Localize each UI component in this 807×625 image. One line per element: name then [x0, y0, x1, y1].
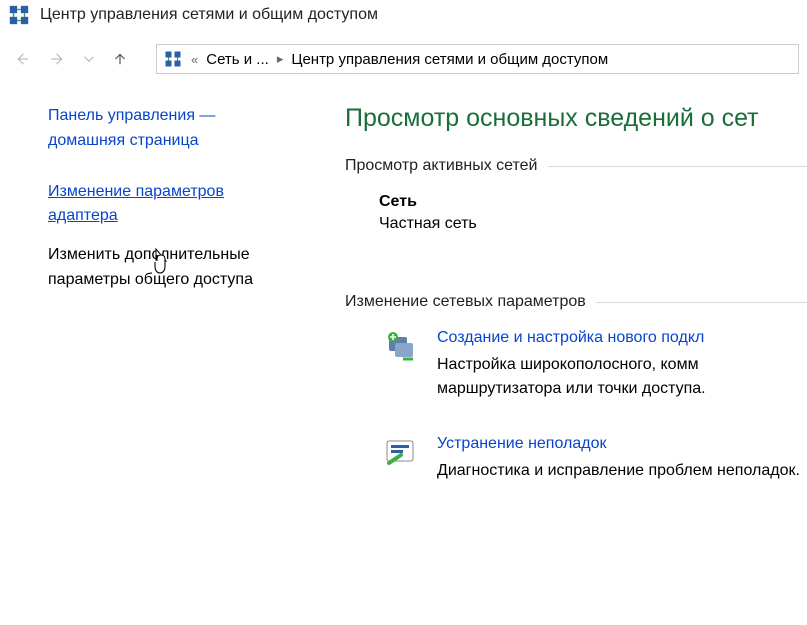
- section-label: Изменение сетевых параметров: [345, 293, 586, 311]
- recent-dropdown[interactable]: [80, 45, 98, 73]
- network-center-icon: [163, 49, 183, 69]
- advanced-sharing-link[interactable]: Изменить дополнительные параметры общего…: [48, 243, 317, 293]
- new-connection-desc: Настройка широкополосного, комм маршрути…: [437, 353, 807, 401]
- new-connection-link[interactable]: Создание и настройка нового подкл: [437, 329, 807, 347]
- option-new-connection: Создание и настройка нового подкл Настро…: [345, 329, 807, 401]
- link-line: Изменить дополнительные: [48, 246, 250, 263]
- forward-button[interactable]: [44, 45, 72, 73]
- section-active-networks: Просмотр активных сетей: [345, 157, 807, 175]
- breadcrumb-seg-center[interactable]: Центр управления сетями и общим доступом: [291, 51, 608, 68]
- option-troubleshoot: Устранение неполадок Диагностика и испра…: [345, 435, 807, 483]
- breadcrumb-overflow[interactable]: «: [189, 52, 200, 67]
- link-line: Панель управления —: [48, 107, 215, 124]
- link-line: Изменение параметров: [48, 183, 224, 200]
- breadcrumb-seg-network[interactable]: Сеть и ...: [206, 51, 269, 68]
- network-type: Частная сеть: [379, 211, 807, 233]
- titlebar: Центр управления сетями и общим доступом: [0, 0, 807, 36]
- page-title: Просмотр основных сведений о сет: [345, 104, 807, 133]
- link-line: параметры общего доступа: [48, 271, 253, 288]
- active-network-block: Сеть Частная сеть: [345, 193, 807, 233]
- window-title: Центр управления сетями и общим доступом: [40, 6, 378, 24]
- control-panel-home-link[interactable]: Панель управления — домашняя страница: [48, 104, 317, 154]
- new-connection-icon: [383, 329, 419, 365]
- navigation-bar: « Сеть и ... ▸ Центр управления сетями и…: [0, 36, 807, 86]
- divider: [548, 166, 807, 167]
- divider: [596, 302, 807, 303]
- sidebar: Панель управления — домашняя страница Из…: [0, 104, 345, 517]
- troubleshoot-link[interactable]: Устранение неполадок: [437, 435, 800, 453]
- network-name: Сеть: [379, 193, 807, 211]
- back-button[interactable]: [8, 45, 36, 73]
- network-center-icon: [8, 4, 30, 26]
- section-change-settings: Изменение сетевых параметров: [345, 293, 807, 311]
- section-label: Просмотр активных сетей: [345, 157, 538, 175]
- up-button[interactable]: [106, 45, 134, 73]
- link-line: домашняя страница: [48, 132, 199, 149]
- link-line: адаптера: [48, 207, 118, 224]
- chevron-right-icon[interactable]: ▸: [275, 51, 286, 67]
- adapter-settings-link[interactable]: Изменение параметров адаптера: [48, 180, 317, 230]
- main-panel: Просмотр основных сведений о сет Просмот…: [345, 104, 807, 517]
- troubleshoot-icon: [383, 435, 419, 471]
- address-bar[interactable]: « Сеть и ... ▸ Центр управления сетями и…: [156, 44, 799, 74]
- troubleshoot-desc: Диагностика и исправление проблем непола…: [437, 459, 800, 483]
